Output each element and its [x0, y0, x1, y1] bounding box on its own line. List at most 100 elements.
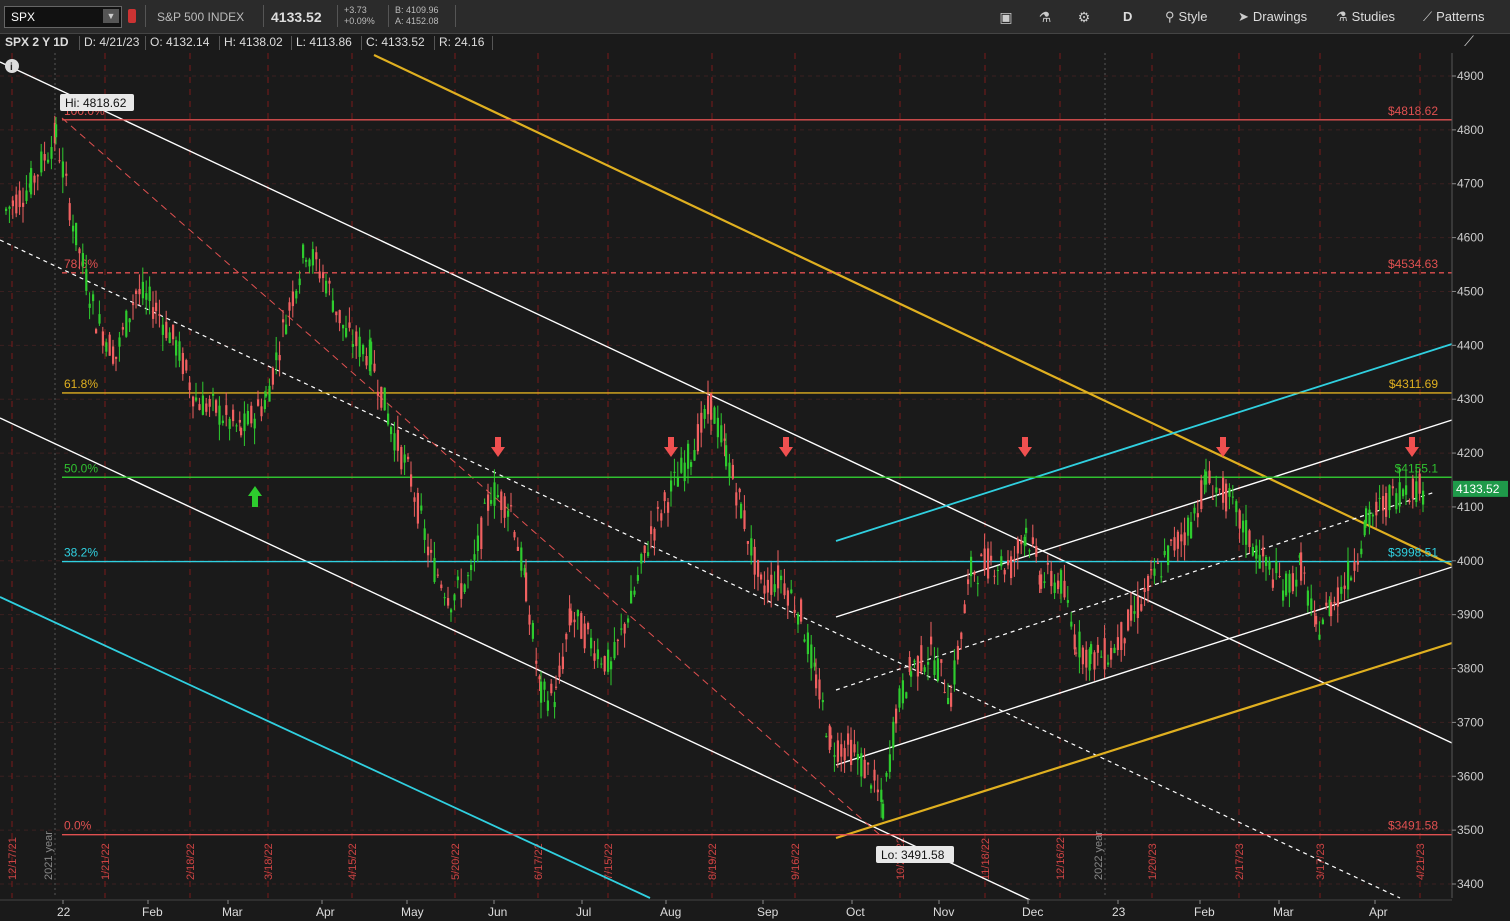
candle-body: [916, 656, 919, 677]
candle-body: [1422, 490, 1425, 505]
price-tick-label: 3700: [1457, 715, 1484, 729]
candle-body: [760, 574, 763, 580]
candle-body: [703, 408, 706, 419]
candle-body: [1043, 581, 1046, 583]
candle-body: [282, 319, 285, 323]
candle-body: [342, 324, 345, 329]
candle-body: [746, 541, 749, 544]
candle-body: [850, 739, 853, 765]
candle-body: [195, 397, 198, 401]
candle-body: [355, 331, 358, 347]
candle-body: [980, 554, 983, 557]
candle-body: [322, 272, 325, 279]
candle-body: [815, 674, 818, 689]
candle-body: [1113, 647, 1116, 654]
candle-body: [443, 597, 446, 599]
candle-body: [806, 632, 809, 655]
candle-body: [1395, 493, 1398, 510]
candle-body: [667, 502, 670, 513]
candle-body: [723, 438, 726, 441]
candle-body: [696, 424, 699, 452]
fib-price-label: $3491.58: [1388, 819, 1438, 833]
candle-body: [690, 462, 693, 467]
candle-body: [990, 555, 993, 561]
candle-body: [867, 762, 870, 765]
candle-body: [930, 636, 933, 645]
vertical-date-label: 3/18/22: [263, 843, 275, 880]
candle-body: [278, 355, 281, 361]
candle-body: [473, 554, 476, 560]
candle-body: [670, 480, 673, 492]
candle-body: [1295, 579, 1298, 587]
candle-body: [238, 419, 241, 423]
candle-body: [1023, 536, 1026, 546]
candle-body: [1262, 547, 1265, 557]
candle-body: [1330, 602, 1333, 617]
candle-body: [68, 203, 71, 221]
candle-body: [1081, 647, 1084, 665]
candle-body: [1333, 601, 1336, 604]
candle-body: [1275, 561, 1278, 574]
time-tick-label: Jul: [576, 905, 591, 919]
candle-body: [507, 510, 510, 517]
candle-body: [380, 386, 383, 408]
vertical-date-label: 1/21/22: [100, 843, 112, 880]
candle-body: [302, 244, 305, 258]
candle-body: [543, 681, 546, 690]
candle-body: [373, 363, 376, 372]
candle-body: [1268, 561, 1271, 570]
candle-body: [188, 382, 191, 391]
candle-body: [777, 565, 780, 589]
candle-body: [1313, 610, 1316, 613]
candle-body: [1090, 644, 1093, 655]
candle-body: [18, 190, 21, 208]
candle-body: [1340, 586, 1343, 594]
candle-body: [535, 660, 538, 664]
candle-body: [830, 735, 833, 739]
candle-body: [383, 387, 386, 411]
candle-body: [725, 445, 728, 467]
candle-body: [1035, 545, 1038, 557]
candle-body: [275, 352, 278, 361]
candle-body: [1130, 605, 1133, 621]
time-tick-label: Aug: [660, 905, 681, 919]
candle-body: [55, 124, 58, 138]
candle-body: [790, 589, 793, 594]
price-chart[interactable]: 12/17/21 1/21/22 2/18/22 3/18/22 4/15/22 5/20…: [0, 0, 1510, 921]
fib-price-label: $4311.69: [1389, 377, 1438, 391]
candle-body: [528, 614, 531, 625]
candle-body: [596, 649, 599, 660]
candle-body: [650, 526, 653, 535]
candle-body: [192, 396, 195, 407]
candle-body: [1288, 573, 1291, 593]
candle-body: [818, 679, 821, 700]
candle-body: [905, 692, 908, 699]
candle-body: [436, 574, 439, 576]
candle-body: [1096, 644, 1099, 653]
candle-body: [467, 575, 470, 577]
candle-body: [410, 474, 413, 487]
candle-body: [212, 393, 215, 396]
candle-body: [1205, 471, 1208, 485]
candle-body: [640, 553, 643, 564]
candle-body: [500, 491, 503, 510]
candle-body: [1278, 576, 1281, 578]
time-tick-label: May: [401, 905, 424, 919]
candle-body: [813, 662, 816, 667]
fib-pct-label: 61.8%: [64, 377, 98, 391]
candle-body: [810, 644, 813, 669]
candle-body: [516, 546, 519, 551]
candle-body: [440, 584, 443, 589]
candle-body: [1057, 580, 1060, 590]
candle-body: [1353, 562, 1356, 571]
fib-pct-label: 50.0%: [64, 461, 98, 475]
candle-body: [1007, 560, 1010, 566]
candle-body: [172, 324, 175, 340]
candle-body: [1060, 570, 1063, 594]
candle-body: [766, 579, 769, 593]
candle-body: [413, 497, 416, 502]
candle-body: [58, 160, 61, 162]
candle-body: [5, 208, 8, 211]
candle-body: [1200, 480, 1203, 510]
candle-body: [963, 604, 966, 614]
